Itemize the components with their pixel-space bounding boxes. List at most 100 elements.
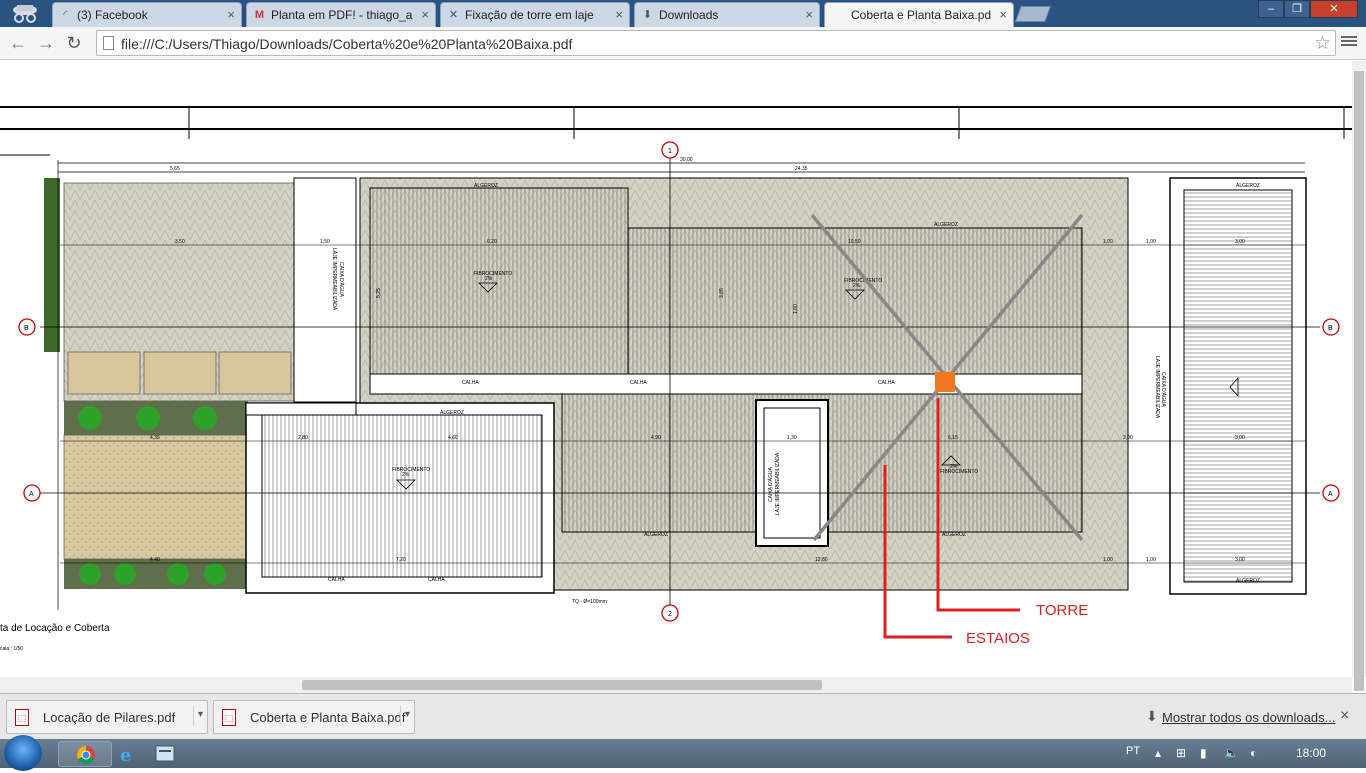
- slope-label: 2%: [402, 472, 410, 478]
- sync-icon[interactable]: ◐: [1250, 746, 1257, 760]
- gutter-label: CALHA: [878, 380, 895, 386]
- page-icon: [103, 36, 114, 50]
- dim-text: 3,00: [1235, 557, 1245, 563]
- clock[interactable]: 18:00: [1296, 746, 1326, 760]
- dim-text: 2,00: [1123, 435, 1133, 441]
- slope-label: 2%: [853, 283, 861, 289]
- download-filename: Coberta e Planta Baixa.pdf: [250, 710, 406, 725]
- download-filename: Locação de Pilares.pdf: [43, 710, 176, 725]
- close-icon[interactable]: ×: [1340, 707, 1349, 725]
- minimize-button[interactable]: –: [1258, 0, 1284, 18]
- gutter-label: CALHA: [462, 380, 479, 386]
- download-shelf: ⬚ Locação de Pilares.pdf ▾ ⬚ Coberta e P…: [0, 693, 1366, 739]
- language-indicator[interactable]: PT: [1126, 745, 1140, 757]
- axis-label: B: [1328, 325, 1333, 332]
- flashing-label: ALGEROZ: [1236, 183, 1260, 189]
- axis-label: A: [1328, 491, 1333, 498]
- axis-label: A: [29, 491, 34, 498]
- reload-button[interactable]: ↻: [62, 32, 86, 54]
- facebook-icon: ◜: [63, 9, 68, 21]
- pdf-file-icon: ⬚: [15, 709, 29, 726]
- tab-gmail[interactable]: M Planta em PDF! - thiago_a ×: [246, 2, 436, 27]
- dim-text: 2,80: [298, 435, 308, 441]
- dim-text: 4,40: [150, 557, 160, 563]
- tab-strip: ◜ (3) Facebook × M Planta em PDF! - thia…: [0, 0, 1366, 28]
- tab-downloads[interactable]: ⬇ Downloads ×: [634, 2, 820, 27]
- wix-icon: ✕: [448, 9, 459, 21]
- chevron-down-icon[interactable]: ▾: [192, 706, 203, 726]
- flashing-label: ALGEROZ: [474, 183, 498, 189]
- pdf-viewer[interactable]: 30,00 5,65 24,35 B B A A 1 2 3,50 1,50 6…: [0, 61, 1352, 677]
- svg-text:e: e: [120, 745, 131, 766]
- download-item[interactable]: ⬚ Locação de Pilares.pdf ▾: [6, 700, 208, 734]
- dim-text: 24,35: [795, 166, 808, 172]
- dim-text: 6,15: [948, 435, 958, 441]
- chrome-menu-button[interactable]: [1341, 34, 1357, 50]
- dim-text: 1,50: [320, 239, 330, 245]
- slab-label: LAJE IMPERMEABILIZADA: [1154, 356, 1160, 419]
- dim-text: 1,00: [1146, 239, 1156, 245]
- app-taskbar-icon[interactable]: [150, 741, 204, 767]
- maximize-button[interactable]: ❐: [1284, 0, 1310, 18]
- gutter-label: CALHA: [630, 380, 647, 386]
- drawing-title: ta de Locação e Coberta: [0, 623, 110, 634]
- water-tank-label: CAIXA D'ÁGUA: [1160, 372, 1167, 408]
- dim-text: 1,30: [787, 435, 797, 441]
- dim-text: 3,85: [719, 288, 725, 298]
- back-button[interactable]: ←: [6, 32, 30, 54]
- flashing-label: ALGEROZ: [440, 410, 464, 416]
- network-icon[interactable]: ▮: [1200, 746, 1207, 760]
- pdf-file-icon: ⬚: [222, 709, 236, 726]
- vertical-scrollbar[interactable]: [1352, 61, 1366, 691]
- close-icon[interactable]: ×: [227, 7, 235, 22]
- slab-label: LAJE IMPERMEABILIZADA: [331, 248, 337, 311]
- dim-text: 30,00: [680, 157, 693, 163]
- close-icon[interactable]: ×: [615, 7, 623, 22]
- address-text: file:///C:/Users/Thiago/Downloads/Cobert…: [121, 36, 573, 52]
- dim-text: 1,00: [1146, 557, 1156, 563]
- dim-text: 1,00: [1103, 239, 1113, 245]
- windows-flag-icon[interactable]: ⊞: [1176, 746, 1186, 760]
- chevron-down-icon[interactable]: ▾: [399, 706, 410, 726]
- new-tab-button[interactable]: [1015, 6, 1051, 22]
- vertical-scroll-thumb[interactable]: [1354, 71, 1364, 691]
- forward-button[interactable]: →: [34, 32, 58, 54]
- axis-label: B: [24, 325, 29, 332]
- tab-label: (3) Facebook: [77, 8, 148, 22]
- bookmark-star-icon[interactable]: ☆: [1314, 32, 1331, 55]
- tab-fixacao[interactable]: ✕ Fixação de torre em laje ×: [440, 2, 630, 27]
- dim-text: 3,50: [175, 239, 185, 245]
- volume-icon[interactable]: 🔈: [1224, 746, 1239, 760]
- slab-label: LAJE IMPERMEABILIZADA: [775, 452, 781, 515]
- download-icon: ⬇: [1146, 708, 1158, 724]
- tab-facebook[interactable]: ◜ (3) Facebook ×: [52, 2, 242, 27]
- flashing-label: ALGEROZ: [942, 532, 966, 538]
- chevron-up-icon[interactable]: ▴: [1155, 746, 1161, 760]
- water-tank-label: CAIXA D'ÁGUA: [338, 262, 345, 298]
- dim-text: 4,35: [150, 435, 160, 441]
- dim-text: 7,20: [396, 557, 406, 563]
- axis-label: 2: [668, 611, 672, 618]
- incognito-icon: [4, 2, 46, 24]
- axis-label: 1: [668, 148, 672, 155]
- show-all-downloads-link[interactable]: Mostrar todos os downloads...: [1162, 710, 1335, 725]
- dim-text: 5,25: [376, 288, 382, 298]
- address-bar[interactable]: file:///C:/Users/Thiago/Downloads/Cobert…: [96, 30, 1336, 56]
- horizontal-scroll-thumb[interactable]: [302, 680, 822, 690]
- close-icon[interactable]: ×: [805, 7, 813, 22]
- dim-text: 3,00: [1235, 239, 1245, 245]
- tower-marker: [935, 372, 955, 392]
- download-item[interactable]: ⬚ Coberta e Planta Baixa.pdf ▾: [213, 700, 415, 734]
- close-window-button[interactable]: ✕: [1310, 0, 1358, 18]
- horizontal-scrollbar[interactable]: [0, 677, 1352, 693]
- windows-taskbar: e PT ▴ ⊞ ▮ 🔈 ◐ 18:00: [0, 735, 1366, 771]
- tab-label: Coberta e Planta Baixa.pd: [851, 8, 992, 22]
- chrome-taskbar-icon[interactable]: [58, 741, 112, 767]
- tab-label: Fixação de torre em laje: [465, 8, 594, 22]
- start-button[interactable]: [4, 735, 42, 771]
- close-icon[interactable]: ×: [421, 7, 429, 22]
- close-icon[interactable]: ×: [999, 7, 1007, 22]
- tab-coberta[interactable]: Coberta e Planta Baixa.pd ×: [824, 2, 1014, 28]
- slope-label: 2%: [485, 276, 493, 282]
- material-label: FIBROCIMENTO: [392, 467, 430, 473]
